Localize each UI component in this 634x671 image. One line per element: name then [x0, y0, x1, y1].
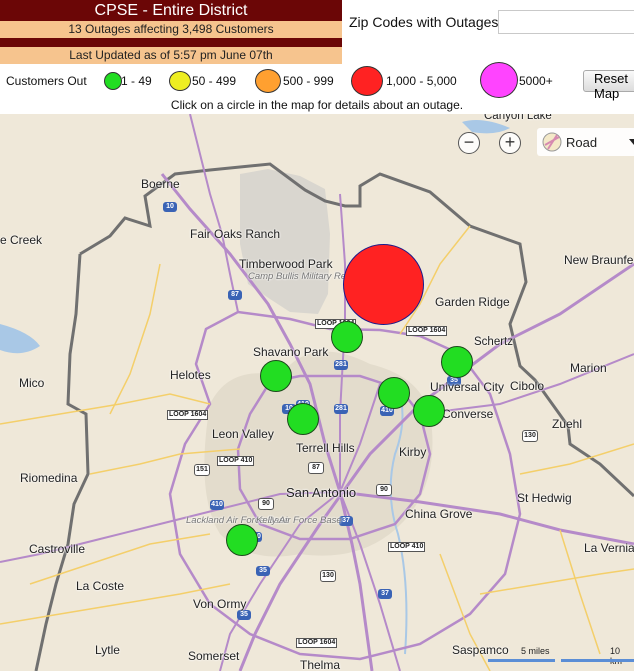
place-label: La Vernia [584, 541, 634, 555]
legend-label-1000-5000: 1,000 - 5,000 [386, 74, 457, 88]
place-label: Thelma [300, 658, 341, 671]
legend-dot-50-499 [169, 71, 191, 91]
place-label: Converse [442, 407, 494, 421]
road-shield: 37 [378, 589, 392, 599]
legend-dot-1-49 [104, 72, 122, 90]
road-shield: 410 [210, 500, 224, 510]
road-shield: 35 [256, 566, 270, 576]
outage-circle-large[interactable] [343, 244, 424, 325]
legend-label-500-999: 500 - 999 [283, 74, 334, 88]
outage-circle[interactable] [441, 346, 473, 378]
place-label: Castroville [29, 542, 86, 556]
legend-dot-5000-plus [480, 62, 518, 98]
legend-dot-1000-5000 [351, 66, 383, 96]
place-label: Zuehl [552, 417, 583, 431]
outage-circle[interactable] [378, 377, 410, 409]
place-label: Kirby [399, 445, 427, 459]
place-label: Marion [570, 361, 607, 375]
place-label: La Coste [76, 579, 125, 593]
place-label: Lytle [95, 643, 120, 657]
road-shield: 151 [194, 464, 210, 476]
place-label: Timberwood Park [239, 257, 333, 271]
place-label: Camp Bullis Military Reservation [248, 271, 385, 282]
road-shield: 130 [320, 570, 336, 582]
place-label: Terrell Hills [296, 441, 355, 455]
road-loop: LOOP 410 [217, 456, 255, 466]
district-title: CPSE - Entire District [0, 0, 342, 21]
outage-circle[interactable] [287, 403, 319, 435]
place-label: New Braunfe [564, 253, 634, 267]
outage-map[interactable]: 10 87 LOOP 1604 LOOP 1604 281 410 35 LOO… [0, 114, 634, 671]
zip-codes-input[interactable] [498, 10, 634, 34]
place-label: Canyon Lake [484, 114, 552, 122]
outage-circle[interactable] [260, 360, 292, 392]
place-label: Riomedina [20, 471, 78, 485]
legend-label-50-499: 50 - 499 [192, 74, 237, 88]
place-label: Lackland Air Force Base [186, 515, 289, 526]
legend-dot-500-999 [255, 69, 281, 93]
place-label: Von Ormy [193, 597, 247, 611]
place-label: Schertz [474, 336, 513, 348]
scale-miles: 5 miles [521, 646, 550, 656]
legend-label-5000-plus: 5000+ [519, 74, 553, 88]
chevron-down-icon [629, 139, 634, 145]
road-shield: 281 [334, 360, 348, 370]
place-label: Garden Ridge [435, 295, 510, 309]
place-label: e Creek [0, 233, 43, 247]
place-label: China Grove [405, 507, 473, 521]
road-shield: 281 [334, 404, 348, 414]
road-shield: 35 [237, 610, 251, 620]
road-loop: LOOP 1604 [406, 326, 448, 336]
map-hint: Click on a circle in the map for details… [170, 98, 464, 112]
road-loop: LOOP 1604 [167, 410, 209, 420]
place-label: Fair Oaks Ranch [190, 227, 281, 241]
place-label: Leon Valley [212, 427, 274, 441]
place-label: Kelly Air Force Base [256, 516, 342, 526]
road-shield: 87 [308, 462, 324, 474]
outage-circle[interactable] [226, 524, 258, 556]
outage-circle[interactable] [413, 395, 445, 427]
zip-codes-label: Zip Codes with Outages [349, 14, 499, 30]
header-divider [0, 38, 342, 47]
road-loop: LOOP 410 [388, 542, 426, 552]
outage-circle[interactable] [331, 321, 363, 353]
place-label: Somerset [188, 649, 240, 663]
road-shield: 10 [163, 202, 177, 212]
last-updated: Last Updated as of 5:57 pm June 07th [0, 47, 342, 64]
road-loop: LOOP 1604 [296, 638, 338, 648]
place-label: Shavano Park [253, 345, 329, 359]
road-shield: 130 [522, 430, 538, 442]
place-label: Mico [19, 376, 45, 390]
map-type-selector[interactable]: Road [537, 128, 634, 156]
legend-title: Customers Out [6, 74, 87, 88]
scale-bar-km [561, 659, 634, 662]
outage-summary: 13 Outages affecting 3,498 Customers [0, 21, 342, 38]
road-shield: 90 [258, 498, 274, 510]
place-label: Saspamco [452, 643, 509, 657]
place-label: Boerne [141, 177, 180, 191]
reset-map-button[interactable]: Reset Map [583, 70, 634, 101]
road-map-icon [542, 132, 562, 152]
zoom-out-icon[interactable]: − [458, 132, 480, 154]
zoom-in-icon[interactable]: + [499, 132, 521, 154]
place-label: Universal City [430, 380, 505, 394]
scale-km: 10 km [610, 646, 622, 666]
place-label: Cibolo [510, 379, 545, 393]
road-shield: 87 [228, 290, 242, 300]
map-type-label: Road [566, 135, 598, 150]
legend-label-1-49: 1 - 49 [121, 74, 152, 88]
place-label: Helotes [170, 368, 211, 382]
place-label: St Hedwig [517, 491, 572, 505]
scale-bar-miles [488, 659, 555, 662]
road-shield: 90 [376, 484, 392, 496]
place-label: San Antonio [286, 485, 357, 500]
